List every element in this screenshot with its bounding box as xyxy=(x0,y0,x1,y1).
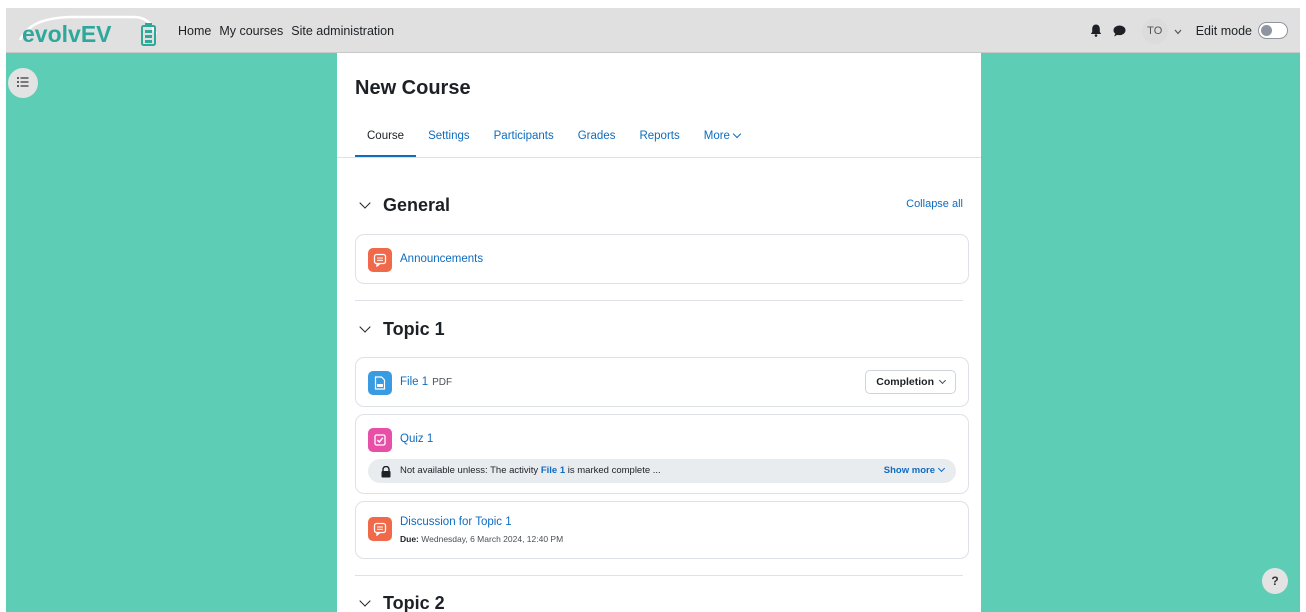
page-background: evolvEV Home My courses Site administrat… xyxy=(6,8,1300,612)
nav-my-courses[interactable]: My courses xyxy=(215,24,287,38)
notifications-bell-icon[interactable] xyxy=(1086,21,1106,41)
access-restriction-bar: Not available unless: The activity File … xyxy=(368,459,956,483)
chevron-down-icon xyxy=(937,464,946,473)
user-avatar[interactable]: TO xyxy=(1141,17,1168,44)
help-button[interactable]: ? xyxy=(1262,568,1288,594)
top-navbar: evolvEV Home My courses Site administrat… xyxy=(6,8,1300,53)
restriction-activity-link[interactable]: File 1 xyxy=(541,465,565,476)
section-collapse-chevron-icon[interactable] xyxy=(359,594,371,607)
activity-link-discussion[interactable]: Discussion for Topic 1 xyxy=(400,516,512,528)
section-title-topic2: Topic 2 xyxy=(383,593,445,612)
restriction-suffix: is marked complete ... xyxy=(567,465,661,476)
user-menu-chevron-down-icon[interactable] xyxy=(1174,22,1182,40)
tab-participants[interactable]: Participants xyxy=(482,127,566,157)
tab-more[interactable]: More xyxy=(692,127,752,157)
due-date-text: Due: Wednesday, 6 March 2024, 12:40 PM xyxy=(400,534,563,544)
section-divider xyxy=(355,300,963,301)
activity-link-file1[interactable]: File 1 PDF xyxy=(400,376,452,388)
lock-icon xyxy=(380,465,392,478)
page-title: New Course xyxy=(355,77,471,99)
section-collapse-chevron-icon[interactable] xyxy=(359,196,371,209)
collapse-all-link[interactable]: Collapse all xyxy=(906,198,963,210)
nav-site-administration[interactable]: Site administration xyxy=(287,24,398,38)
section-general-header[interactable]: General xyxy=(359,195,451,216)
due-value: Wednesday, 6 March 2024, 12:40 PM xyxy=(421,534,564,544)
course-index-toggle[interactable] xyxy=(8,68,38,98)
show-more-label: Show more xyxy=(883,465,935,476)
list-icon xyxy=(17,74,29,92)
section-collapse-chevron-icon[interactable] xyxy=(359,320,371,333)
activity-link-announcements[interactable]: Announcements xyxy=(400,253,483,265)
section-title-general: General xyxy=(383,195,451,215)
activity-name: File 1 xyxy=(400,376,429,388)
completion-dropdown-button[interactable]: Completion xyxy=(865,370,956,394)
chevron-down-icon xyxy=(732,129,742,139)
user-nav: TO Edit mode xyxy=(1086,8,1288,53)
quiz-checkbox-icon xyxy=(368,428,392,452)
completion-label: Completion xyxy=(876,376,934,388)
activity-discussion-topic1: Discussion for Topic 1 Due: Wednesday, 6… xyxy=(355,501,969,559)
site-logo[interactable]: evolvEV xyxy=(14,10,162,50)
primary-nav: Home My courses Site administration xyxy=(174,8,398,53)
edit-mode-toggle[interactable] xyxy=(1258,22,1288,39)
course-tabs: Course Settings Participants Grades Repo… xyxy=(355,127,752,157)
section-topic2-header[interactable]: Topic 2 xyxy=(359,593,445,612)
course-content-panel: New Course Course Settings Participants … xyxy=(337,53,981,612)
activity-link-quiz1[interactable]: Quiz 1 xyxy=(400,433,433,445)
section-topic1-header[interactable]: Topic 1 xyxy=(359,319,445,340)
show-more-button[interactable]: Show more xyxy=(883,464,946,476)
activity-file1: File 1 PDF Completion xyxy=(355,357,969,407)
messages-chat-icon[interactable] xyxy=(1110,21,1130,41)
chevron-down-icon xyxy=(938,376,947,384)
forum-icon xyxy=(368,517,392,541)
section-divider xyxy=(355,575,963,576)
restriction-text: Not available unless: The activity File … xyxy=(400,465,661,476)
activity-announcements: Announcements xyxy=(355,234,969,284)
svg-text:evolvEV: evolvEV xyxy=(22,21,112,47)
activity-type-badge: PDF xyxy=(432,377,453,388)
section-title-topic1: Topic 1 xyxy=(383,319,445,339)
restriction-prefix: Not available unless: The activity xyxy=(400,465,539,476)
pdf-file-icon xyxy=(368,371,392,395)
activity-quiz1: Quiz 1 Not available unless: The activit… xyxy=(355,414,969,494)
tab-grades[interactable]: Grades xyxy=(566,127,628,157)
tab-more-label: More xyxy=(703,130,730,142)
tab-settings[interactable]: Settings xyxy=(416,127,482,157)
due-label: Due: xyxy=(400,534,419,544)
nav-home[interactable]: Home xyxy=(174,24,215,38)
tab-reports[interactable]: Reports xyxy=(627,127,691,157)
tab-course[interactable]: Course xyxy=(355,127,417,157)
forum-icon xyxy=(368,248,392,272)
tabs-divider xyxy=(337,157,981,158)
edit-mode-label: Edit mode xyxy=(1195,23,1252,38)
